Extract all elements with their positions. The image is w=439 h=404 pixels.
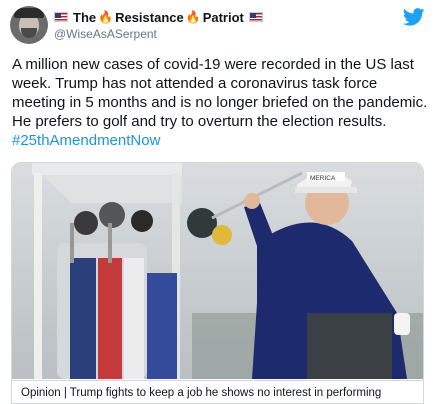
user-handle[interactable]: @WiseAsASerpent (54, 27, 157, 41)
fire-icon: 🔥 (98, 10, 114, 24)
hat-text: MERICA (310, 175, 336, 182)
tweet-text: A million new cases of covid-19 were rec… (12, 55, 432, 150)
display-name-part2: Resistance (115, 9, 184, 25)
us-flag-icon (248, 12, 263, 22)
twitter-bird-icon[interactable] (403, 8, 425, 26)
tweet-body: A million new cases of covid-19 were rec… (12, 56, 428, 130)
article-photo[interactable]: MERICA (12, 163, 423, 379)
us-flag-icon (54, 12, 68, 22)
display-name-part1: The (73, 9, 97, 25)
card-caption-bar[interactable]: Opinion | Trump fights to keep a job he … (12, 380, 423, 403)
tweet-card[interactable]: The 🔥 Resistance 🔥 Patriot @WiseAsASerpe… (0, 0, 439, 404)
hashtag-link[interactable]: #25thAmendmentNow (12, 132, 160, 149)
avatar-hat (14, 8, 44, 18)
display-name-part3: Patriot (202, 9, 244, 25)
avatar-beard (21, 28, 37, 38)
link-card[interactable]: MERICA Opinion | Trump fights to keep a … (11, 162, 424, 404)
fire-icon: 🔥 (185, 10, 201, 24)
display-name[interactable]: The 🔥 Resistance 🔥 Patriot (54, 9, 263, 25)
avatar[interactable] (10, 6, 48, 44)
card-caption: Opinion | Trump fights to keep a job he … (21, 387, 382, 399)
